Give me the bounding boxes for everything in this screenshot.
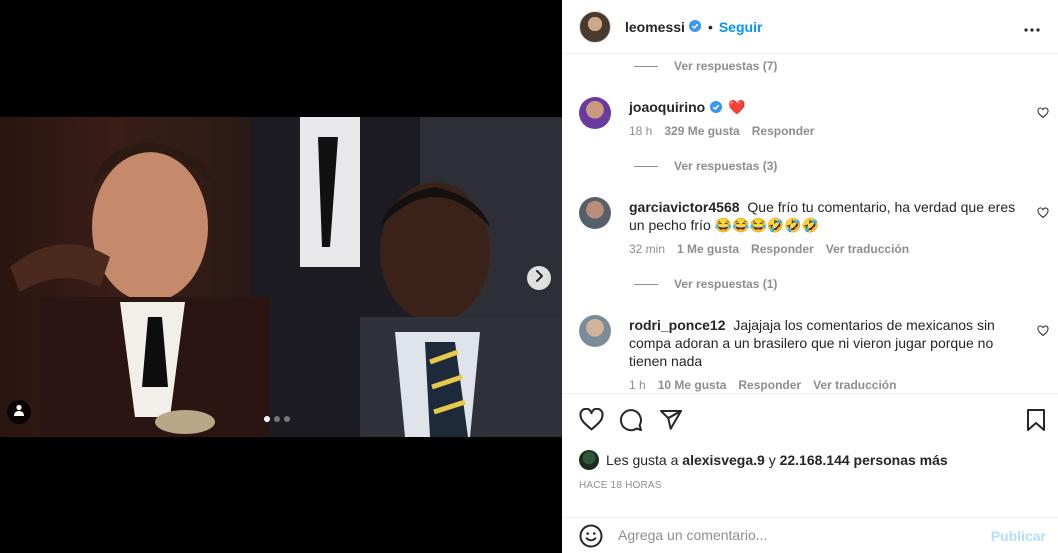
- translate-button[interactable]: Ver traducción: [813, 378, 896, 392]
- view-replies-label: Ver respuestas (1): [674, 277, 778, 291]
- comment-time: 1 h: [629, 378, 646, 392]
- follow-button[interactable]: Seguir: [719, 19, 763, 35]
- post-photo[interactable]: [0, 117, 562, 437]
- carousel-dot: [264, 416, 270, 422]
- share-icon[interactable]: [659, 408, 683, 437]
- author-avatar[interactable]: [579, 10, 611, 43]
- comments-list[interactable]: Ver respuestas (7) joaoquirino ❤️ 18 h 32…: [562, 55, 1058, 393]
- comment-icon[interactable]: [619, 408, 643, 437]
- verified-icon: [685, 18, 701, 36]
- separator-dot: •: [707, 18, 713, 35]
- post-sidebar: leomessi • Seguir Ver respuestas (7) joa…: [562, 0, 1058, 553]
- comment-time: 32 min: [629, 242, 666, 256]
- verified-icon: [709, 99, 728, 115]
- comment-input[interactable]: [618, 527, 978, 543]
- next-slide-button[interactable]: [527, 266, 551, 290]
- chevron-right-icon: [534, 269, 544, 287]
- commenter-avatar[interactable]: [579, 97, 611, 129]
- add-comment-bar: Publicar: [562, 517, 1058, 553]
- commenter-username[interactable]: joaoquirino: [629, 99, 705, 115]
- user-tag-icon: [13, 403, 25, 421]
- publish-button[interactable]: Publicar: [991, 528, 1046, 544]
- heart-icon[interactable]: [1037, 206, 1049, 224]
- divider: [634, 165, 658, 167]
- translate-button[interactable]: Ver traducción: [826, 242, 909, 256]
- emoji-icon[interactable]: [579, 524, 603, 553]
- commenter-avatar[interactable]: [579, 197, 611, 229]
- commenter-username[interactable]: rodri_ponce12: [629, 317, 725, 333]
- view-replies-button[interactable]: Ver respuestas (3): [634, 159, 777, 173]
- liker-username[interactable]: alexisvega.9: [682, 452, 765, 468]
- bookmark-icon[interactable]: [1026, 408, 1046, 437]
- user-tag-button[interactable]: [7, 400, 31, 424]
- author-username[interactable]: leomessi: [625, 19, 685, 35]
- view-replies-label: Ver respuestas (7): [674, 59, 778, 73]
- heart-icon[interactable]: [1037, 106, 1049, 124]
- post-actions-bar: [562, 393, 1058, 445]
- likes-connector: y: [768, 452, 776, 468]
- heart-icon[interactable]: [579, 407, 604, 436]
- comment-time: 18 h: [629, 124, 653, 138]
- reply-button[interactable]: Responder: [752, 124, 815, 138]
- commenter-username[interactable]: garciavictor4568: [629, 199, 740, 215]
- divider: [634, 65, 658, 67]
- carousel-dot: [274, 416, 280, 422]
- reply-button[interactable]: Responder: [751, 242, 814, 256]
- view-replies-button[interactable]: Ver respuestas (1): [634, 277, 777, 291]
- liker-avatar[interactable]: [579, 450, 599, 470]
- post-timestamp[interactable]: HACE 18 HORAS: [579, 480, 662, 491]
- likes-summary: Les gusta a alexisvega.9 y 22.168.144 pe…: [579, 450, 948, 470]
- view-replies-label: Ver respuestas (3): [674, 159, 778, 173]
- post-media: [0, 0, 562, 553]
- carousel-dot: [284, 416, 290, 422]
- carousel-indicator: [264, 416, 290, 422]
- divider: [634, 283, 658, 285]
- likes-prefix: Les gusta a: [606, 452, 679, 468]
- likes-count[interactable]: 22.168.144 personas más: [780, 452, 948, 468]
- commenter-avatar[interactable]: [579, 315, 611, 347]
- more-icon[interactable]: [1024, 19, 1040, 37]
- post-header: leomessi • Seguir: [562, 0, 1058, 54]
- comment-likes[interactable]: 329 Me gusta: [664, 124, 739, 138]
- comment-likes[interactable]: 10 Me gusta: [658, 378, 727, 392]
- heart-icon[interactable]: [1037, 324, 1049, 342]
- reply-button[interactable]: Responder: [738, 378, 801, 392]
- comment-likes[interactable]: 1 Me gusta: [677, 242, 739, 256]
- view-replies-button[interactable]: Ver respuestas (7): [634, 59, 777, 73]
- comment-text: ❤️: [728, 99, 746, 115]
